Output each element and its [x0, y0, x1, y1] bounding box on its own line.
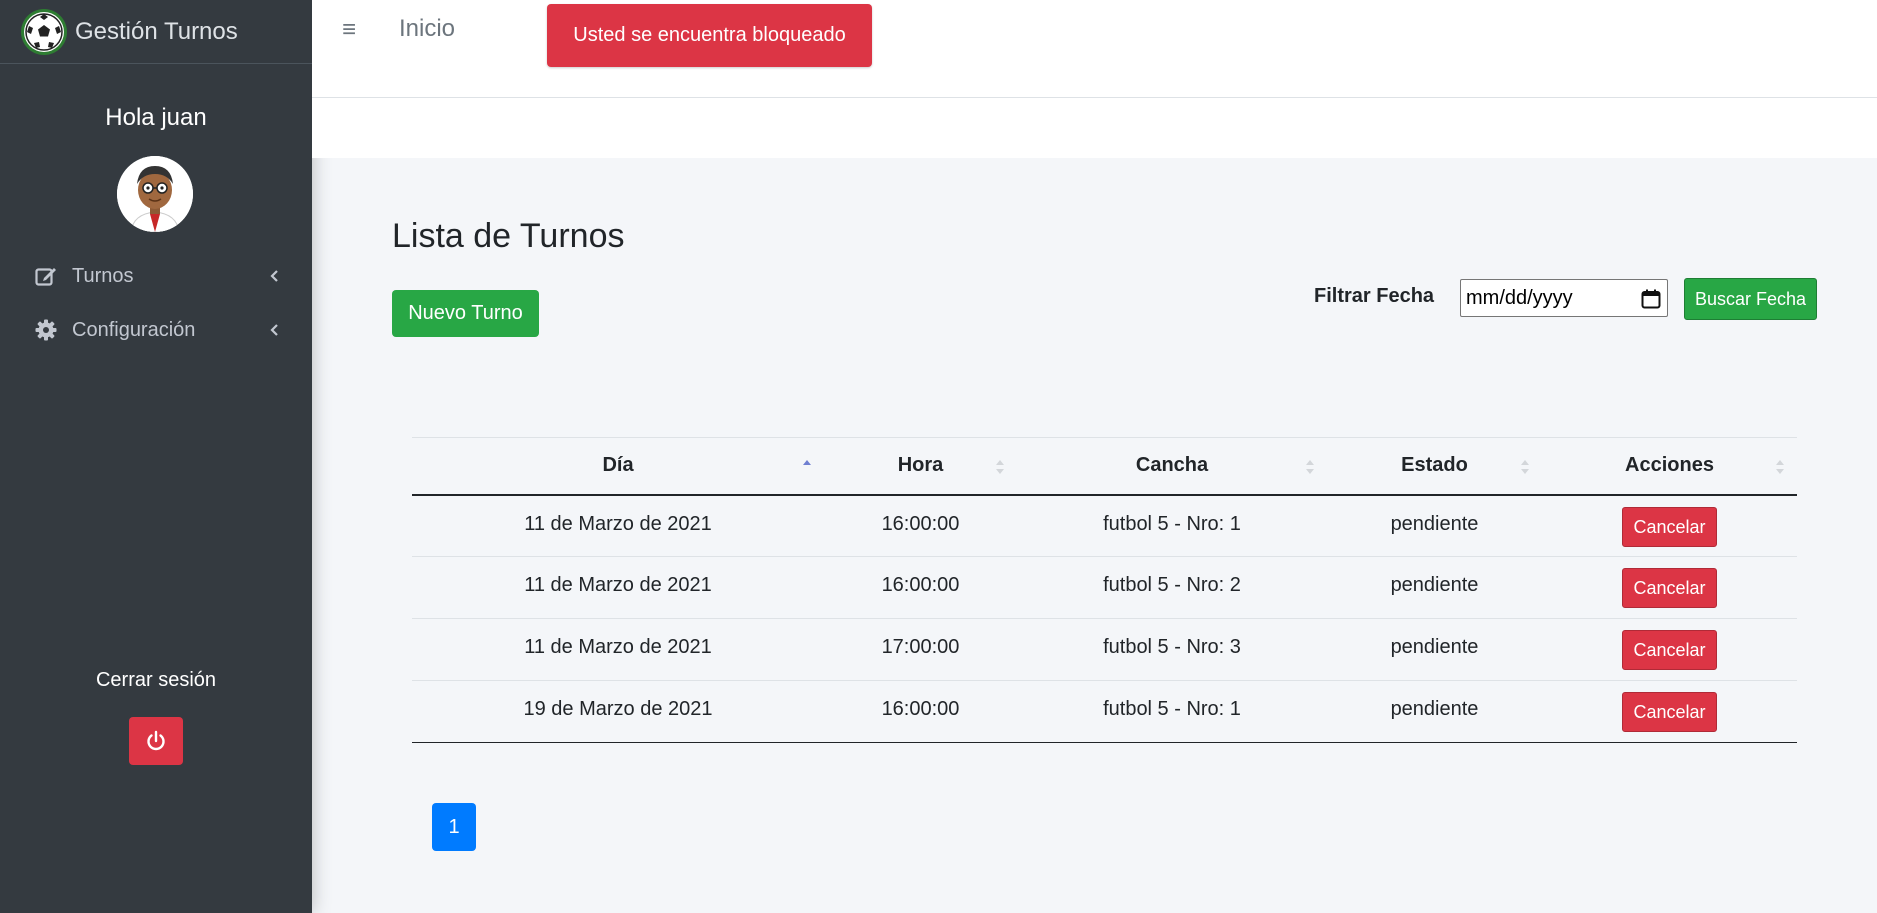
sort-icon	[1521, 460, 1529, 474]
column-header-label: Día	[602, 454, 634, 477]
sort-asc-icon	[803, 460, 811, 465]
gear-icon	[34, 318, 58, 342]
cell-acciones: Cancelar	[1542, 495, 1797, 557]
cell-dia: 11 de Marzo de 2021	[524, 574, 712, 596]
cell-cancha: futbol 5 - Nro: 2	[1103, 574, 1241, 596]
cell-estado: pendiente	[1390, 636, 1479, 658]
turns-table: Día Hora Cancha Estado Acciones 11 de Ma…	[412, 437, 1797, 743]
cell-acciones: Cancelar	[1542, 619, 1797, 681]
edit-icon	[34, 264, 58, 288]
sort-icon	[1776, 460, 1784, 474]
column-header-dia[interactable]: Día	[412, 438, 824, 495]
sidebar-item-label: Turnos	[72, 264, 134, 287]
table-header-row: Día Hora Cancha Estado Acciones	[412, 437, 1797, 495]
cancel-button[interactable]: Cancelar	[1622, 630, 1717, 670]
cell-cancha: futbol 5 - Nro: 1	[1103, 698, 1241, 720]
soccer-ball-icon	[24, 11, 64, 52]
cell-dia: 19 de Marzo de 2021	[523, 698, 713, 720]
nav-link-inicio[interactable]: Inicio	[399, 15, 455, 43]
cell-estado: pendiente	[1390, 574, 1479, 596]
sidebar-item-configuracion[interactable]: Configuración	[0, 303, 312, 357]
column-header-label: Estado	[1401, 454, 1468, 477]
cell-hora: 16:00:00	[881, 574, 960, 596]
date-input-value: mm/dd/yyyy	[1466, 286, 1573, 309]
cell-estado: pendiente	[1390, 698, 1479, 720]
table-row: 11 de Marzo de 2021 16:00:00 futbol 5 - …	[412, 557, 1797, 619]
sort-icon	[996, 460, 1004, 474]
brand[interactable]: Gestión Turnos	[0, 0, 312, 64]
top-navbar: ≡ Inicio Usted se encuentra bloqueado	[312, 0, 1877, 98]
column-header-cancha[interactable]: Cancha	[1017, 438, 1327, 495]
filter-date-label: Filtrar Fecha	[1314, 285, 1435, 307]
date-filter-input[interactable]: mm/dd/yyyy	[1460, 279, 1668, 317]
cell-hora: 16:00:00	[881, 512, 960, 535]
column-header-label: Cancha	[1135, 454, 1209, 477]
cell-estado: pendiente	[1390, 512, 1479, 535]
cell-dia: 11 de Marzo de 2021	[524, 512, 712, 535]
user-greeting: Hola juan	[105, 104, 207, 131]
cell-acciones: Cancelar	[1542, 557, 1797, 619]
blocked-alert: Usted se encuentra bloqueado	[547, 4, 872, 67]
cell-hora: 16:00:00	[881, 698, 960, 720]
cell-acciones: Cancelar	[1542, 681, 1797, 743]
chevron-left-icon	[270, 324, 278, 336]
sidebar-item-turnos[interactable]: Turnos	[0, 249, 312, 303]
page-title: Lista de Turnos	[392, 217, 625, 255]
table-row: 11 de Marzo de 2021 17:00:00 futbol 5 - …	[412, 619, 1797, 681]
brand-title: Gestión Turnos	[75, 17, 238, 45]
column-header-label: Acciones	[1625, 454, 1714, 477]
sort-icon	[1306, 460, 1314, 474]
cell-cancha: futbol 5 - Nro: 1	[1103, 512, 1241, 535]
hamburger-icon[interactable]: ≡	[342, 16, 356, 44]
cancel-button[interactable]: Cancelar	[1622, 568, 1717, 608]
calendar-icon[interactable]	[1641, 289, 1661, 309]
column-header-hora[interactable]: Hora	[824, 438, 1017, 495]
sidebar: Gestión Turnos Hola juan Turnos Configur…	[0, 0, 312, 913]
column-header-label: Hora	[897, 454, 944, 477]
cancel-button[interactable]: Cancelar	[1622, 692, 1717, 732]
sidebar-nav: Turnos Configuración	[0, 249, 312, 357]
cell-dia: 11 de Marzo de 2021	[524, 636, 712, 658]
logout-label: Cerrar sesión	[95, 669, 217, 691]
table-row: 11 de Marzo de 2021 16:00:00 futbol 5 - …	[412, 495, 1797, 557]
cell-hora: 17:00:00	[881, 636, 960, 658]
column-header-estado[interactable]: Estado	[1327, 438, 1542, 495]
logout-button[interactable]	[129, 717, 183, 765]
avatar[interactable]	[117, 156, 193, 232]
content-header	[312, 98, 1877, 158]
new-turn-button[interactable]: Nuevo Turno	[392, 290, 539, 337]
cancel-button[interactable]: Cancelar	[1622, 506, 1717, 547]
pagination-page-1[interactable]: 1	[432, 803, 476, 851]
chevron-left-icon	[270, 270, 278, 282]
column-header-acciones[interactable]: Acciones	[1542, 438, 1797, 495]
search-date-button[interactable]: Buscar Fecha	[1684, 278, 1817, 320]
sidebar-item-label: Configuración	[72, 318, 196, 341]
power-icon	[147, 730, 165, 751]
table-row: 19 de Marzo de 2021 16:00:00 futbol 5 - …	[412, 681, 1797, 743]
cell-cancha: futbol 5 - Nro: 3	[1103, 636, 1241, 658]
